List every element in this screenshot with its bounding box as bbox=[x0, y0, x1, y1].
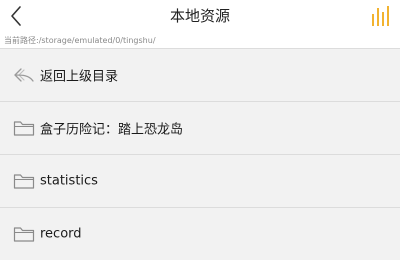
list-item-label: statistics bbox=[40, 173, 98, 189]
list-item-label: record bbox=[40, 226, 82, 242]
list-item-label: 盒子历险记：踏上恐龙岛 bbox=[40, 122, 184, 138]
current-path: 当前路径:/storage/emulated/0/tingshu/ bbox=[0, 33, 400, 48]
folder-icon bbox=[13, 121, 35, 136]
list-item-folder[interactable]: 盒子历险记：踏上恐龙岛 bbox=[0, 102, 400, 154]
list-item-folder[interactable]: record bbox=[0, 208, 400, 260]
folder-icon bbox=[13, 227, 35, 242]
list-item-folder[interactable]: statistics bbox=[0, 155, 400, 207]
equalizer-bars-icon bbox=[372, 6, 389, 26]
app-header: 本地资源 bbox=[0, 0, 400, 33]
list-item-label: 返回上级目录 bbox=[40, 69, 119, 85]
list-item-parent-directory[interactable]: 返回上级目录 bbox=[0, 49, 400, 101]
page-title: 本地资源 bbox=[169, 7, 230, 25]
now-playing-button[interactable] bbox=[370, 5, 394, 27]
folder-icon bbox=[13, 174, 35, 189]
return-arrow-icon bbox=[14, 68, 34, 82]
